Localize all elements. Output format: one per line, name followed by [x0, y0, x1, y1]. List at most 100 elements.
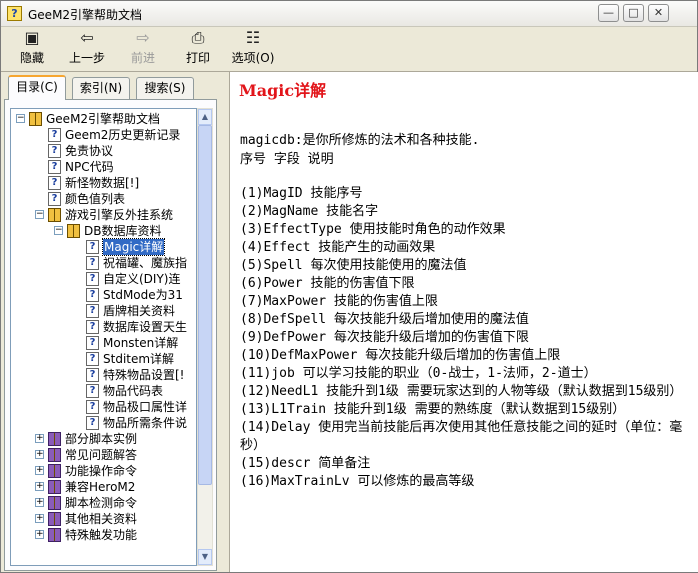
tree-node-label[interactable]: 兼容HeroM2	[65, 479, 135, 495]
options-icon: ☷	[245, 28, 261, 47]
tree-node[interactable]: − 游戏引擎反外挂系统	[11, 207, 195, 223]
tree-node-label[interactable]: 脚本检测命令	[65, 495, 137, 511]
tree-node[interactable]: + 特殊触发功能	[11, 527, 195, 543]
tree-node[interactable]: ? 颜色值列表	[11, 191, 195, 207]
expand-icon[interactable]: +	[35, 482, 44, 491]
field-line: (2)MagName 技能名字	[240, 204, 379, 219]
tree-node[interactable]: ? 物品所需条件说	[11, 415, 195, 431]
collapse-icon[interactable]: −	[35, 210, 44, 219]
help-page-icon: ?	[86, 304, 99, 318]
tree-node[interactable]: ? 物品代码表	[11, 383, 195, 399]
tree-node-label[interactable]: 其他相关资料	[65, 511, 137, 527]
tree-node-label[interactable]: 物品代码表	[103, 383, 163, 399]
help-page-icon: ?	[48, 160, 61, 174]
scroll-up-button[interactable]: ▲	[198, 109, 212, 125]
title-bar[interactable]: ? GeeM2引擎帮助文档 — □ ✕	[1, 1, 697, 27]
field-line: (8)DefSpell 每次技能升级后增加使用的魔法值	[240, 312, 529, 327]
tree-node[interactable]: ? Monsten详解	[11, 335, 195, 351]
help-page-icon: ?	[86, 384, 99, 398]
tree-node-label[interactable]: 部分脚本实例	[65, 431, 137, 447]
tree-node-label[interactable]: Monsten详解	[103, 335, 178, 351]
tree-node[interactable]: ? 盾牌相关资料	[11, 303, 195, 319]
tree-node-label[interactable]: 特殊物品设置[!	[103, 367, 185, 383]
tree-node-label[interactable]: StdMode为31	[103, 287, 183, 303]
closed-book-icon	[48, 496, 61, 510]
tree-node[interactable]: + 功能操作命令	[11, 463, 195, 479]
tree-node[interactable]: + 其他相关资料	[11, 511, 195, 527]
scroll-down-button[interactable]: ▼	[198, 549, 212, 565]
expand-icon[interactable]: +	[35, 530, 44, 539]
tree-node[interactable]: ? Magic详解	[11, 238, 195, 256]
tree-node-label[interactable]: 免责协议	[65, 143, 113, 159]
help-page-icon: ?	[48, 176, 61, 190]
tree-node-label[interactable]: 新怪物数据[!]	[65, 175, 139, 191]
tree-node-label[interactable]: DB数据库资料	[84, 223, 161, 239]
tree-node[interactable]: ? 物品极口属性详	[11, 399, 195, 415]
tree-node[interactable]: ? 数据库设置天生	[11, 319, 195, 335]
tree-node[interactable]: − GeeM2引擎帮助文档	[11, 111, 195, 127]
collapse-icon[interactable]: −	[54, 226, 63, 235]
expand-icon[interactable]: +	[35, 450, 44, 459]
expand-icon[interactable]: +	[35, 434, 44, 443]
tree-node[interactable]: ? 特殊物品设置[!	[11, 367, 195, 383]
expand-icon[interactable]: +	[35, 466, 44, 475]
closed-book-icon	[48, 512, 61, 526]
back-button[interactable]: ⇦ 上一步	[65, 29, 109, 69]
print-label: 打印	[185, 51, 210, 65]
tree-node[interactable]: ? 新怪物数据[!]	[11, 175, 195, 191]
closed-book-icon	[48, 448, 61, 462]
contents-tree[interactable]: − GeeM2引擎帮助文档? Geem2历史更新记录? 免责协议? NPC代码? 新怪物数…	[10, 108, 197, 566]
tree-node-label[interactable]: 常见问题解答	[65, 447, 137, 463]
tree-node[interactable]: ? 祝福罐、魔族指	[11, 255, 195, 271]
tree-node[interactable]: + 常见问题解答	[11, 447, 195, 463]
tree-node-label[interactable]: 祝福罐、魔族指	[103, 255, 187, 271]
tree-node-label[interactable]: 数据库设置天生	[103, 319, 187, 335]
tree-node[interactable]: ? Stditem详解	[11, 351, 195, 367]
forward-button[interactable]: ⇨ 前进	[125, 29, 161, 69]
maximize-button[interactable]: □	[623, 4, 644, 22]
tree-node-label[interactable]: NPC代码	[65, 159, 114, 175]
tree-node-label[interactable]: 盾牌相关资料	[103, 303, 175, 319]
tree-node-label[interactable]: 物品极口属性详	[103, 399, 187, 415]
tree-node-label[interactable]: 游戏引擎反外挂系统	[65, 207, 173, 223]
field-line: (13)L1Train 技能升到1级 需要的熟练度（默认数据到15级别）	[240, 402, 626, 417]
tree-node-label[interactable]: 功能操作命令	[65, 463, 137, 479]
options-button[interactable]: ☷ 选项(O)	[229, 29, 277, 69]
field-line: (4)Effect 技能产生的动画效果	[240, 240, 436, 255]
tab-contents[interactable]: 目录(C)	[8, 75, 66, 100]
tree-node[interactable]: + 兼容HeroM2	[11, 479, 195, 495]
tree-node[interactable]: ? 自定义(DIY)连	[11, 271, 195, 287]
tab-index[interactable]: 索引(N)	[72, 77, 130, 99]
tree-node[interactable]: ? Geem2历史更新记录	[11, 127, 195, 143]
field-line: (9)DefPower 每次技能升级后增加的伤害值下限	[240, 330, 529, 345]
tree-node[interactable]: − DB数据库资料	[11, 223, 195, 239]
tree-node-label-selected[interactable]: Magic详解	[101, 238, 166, 256]
tree-node-label[interactable]: Geem2历史更新记录	[65, 127, 180, 143]
tree-node-label[interactable]: GeeM2引擎帮助文档	[46, 111, 160, 127]
tree-node-label[interactable]: 颜色值列表	[65, 191, 125, 207]
minimize-button[interactable]: —	[598, 4, 619, 22]
tab-search[interactable]: 搜索(S)	[136, 77, 194, 99]
collapse-icon[interactable]: −	[16, 114, 25, 123]
close-button[interactable]: ✕	[648, 4, 669, 22]
topic-title: Magic详解	[239, 81, 327, 100]
help-page-icon: ?	[86, 320, 99, 334]
tree-node-label[interactable]: 物品所需条件说	[103, 415, 187, 431]
expand-icon[interactable]: +	[35, 498, 44, 507]
hide-button[interactable]: ▣ 隐藏	[15, 29, 49, 69]
closed-book-icon	[48, 432, 61, 446]
tree-node[interactable]: + 脚本检测命令	[11, 495, 195, 511]
expand-icon[interactable]: +	[35, 514, 44, 523]
scroll-thumb[interactable]	[198, 125, 212, 485]
tree-node[interactable]: ? NPC代码	[11, 159, 195, 175]
tree-node-label[interactable]: 特殊触发功能	[65, 527, 137, 543]
print-button[interactable]: ⎙ 打印	[181, 29, 215, 69]
tree-node[interactable]: ? StdMode为31	[11, 287, 195, 303]
field-line: (15)descr 简单备注	[240, 456, 371, 471]
tree-node[interactable]: ? 免责协议	[11, 143, 195, 159]
tree-node-label[interactable]: 自定义(DIY)连	[103, 271, 180, 287]
arrow-right-icon: ⇨	[136, 28, 150, 47]
tree-node[interactable]: + 部分脚本实例	[11, 431, 195, 447]
tree-node-label[interactable]: Stditem详解	[103, 351, 174, 367]
tree-scrollbar[interactable]: ▲ ▼	[197, 108, 213, 566]
